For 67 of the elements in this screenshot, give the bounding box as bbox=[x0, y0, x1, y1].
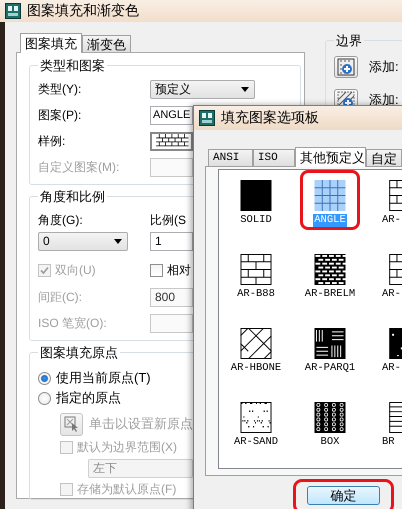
field-label: 类型(Y): bbox=[38, 80, 82, 98]
field-label: 图案(P): bbox=[38, 106, 82, 124]
pattern-swatch bbox=[314, 254, 346, 285]
hatch-plus-icon bbox=[337, 58, 355, 76]
group-title: 角度和比例 bbox=[39, 189, 106, 204]
group-title: 类型和图案 bbox=[39, 58, 106, 73]
pattern-tile[interactable]: AR-HBONE bbox=[226, 318, 286, 378]
sample-swatch[interactable] bbox=[150, 132, 193, 150]
pattern-swatch bbox=[240, 180, 272, 211]
pattern-swatch bbox=[240, 402, 272, 433]
field-label: 角度(G): bbox=[38, 212, 84, 228]
set-origin-button[interactable] bbox=[60, 412, 83, 436]
radio-label: 使用当前原点(T) bbox=[56, 369, 151, 387]
app-icon bbox=[199, 110, 215, 126]
field-label: ISO 笔宽(O): bbox=[38, 314, 108, 332]
pattern-swatch bbox=[314, 328, 346, 359]
checkbox-label: 双向(U) bbox=[55, 262, 96, 278]
button-label: 添加: bbox=[369, 58, 399, 76]
pattern-tile[interactable]: BOX bbox=[300, 392, 360, 452]
button-label: 单击以设置新原点 bbox=[89, 415, 193, 433]
pattern-tile[interactable]: SOLID bbox=[226, 170, 286, 230]
radio-button[interactable] bbox=[38, 372, 51, 384]
tab[interactable]: 自定 bbox=[366, 149, 402, 166]
button-label: 添加: bbox=[369, 90, 399, 108]
pattern-tile[interactable]: AR- bbox=[374, 318, 402, 378]
tab[interactable]: 其他预定义 bbox=[295, 147, 366, 167]
add-button[interactable] bbox=[334, 56, 358, 78]
checkbox-label: 默认为边界范围(X) bbox=[77, 438, 177, 456]
app-icon bbox=[5, 3, 21, 19]
pattern-tile[interactable]: AR-B88 bbox=[226, 244, 286, 304]
custom-pattern-field[interactable] bbox=[150, 158, 193, 176]
checkbox[interactable] bbox=[150, 264, 163, 276]
caret-icon bbox=[241, 86, 249, 92]
scale-field[interactable]: 1 bbox=[150, 232, 193, 250]
pattern-tile[interactable]: AR-PARQ1 bbox=[300, 318, 360, 378]
tab[interactable]: 渐变色 bbox=[82, 35, 131, 52]
pattern-tile[interactable]: AR- bbox=[374, 170, 402, 230]
field-label: 样例: bbox=[38, 132, 66, 150]
pattern-tile[interactable]: AR- bbox=[374, 244, 402, 304]
pattern-swatch bbox=[240, 328, 272, 359]
cursor-icon bbox=[64, 416, 80, 432]
field-label: 比例(S bbox=[150, 212, 186, 228]
tab[interactable]: 图案填充 bbox=[20, 33, 82, 53]
tab[interactable]: ANSI bbox=[208, 149, 253, 166]
angle-dropdown[interactable]: 0 bbox=[38, 232, 128, 250]
tab[interactable]: ISO bbox=[252, 149, 295, 166]
pattern-tile[interactable]: BR bbox=[374, 392, 402, 452]
group-title: 图案填充原点 bbox=[39, 345, 119, 360]
caret-icon bbox=[114, 238, 122, 244]
pattern-field[interactable]: ANGLE bbox=[150, 106, 193, 124]
pen-width-field[interactable] bbox=[150, 314, 193, 332]
checkbox-label: 存储为默认原点(F) bbox=[77, 480, 176, 498]
window-title: 图案填充和渐变色 bbox=[27, 2, 139, 20]
pattern-swatch bbox=[240, 254, 272, 285]
checkbox-label: 相对 bbox=[167, 262, 191, 278]
pattern-swatch bbox=[314, 402, 346, 433]
type-dropdown[interactable]: 预定义 bbox=[150, 80, 255, 98]
radio-button[interactable] bbox=[38, 392, 51, 404]
field-label: 自定义图案(M): bbox=[38, 158, 120, 176]
pattern-tile[interactable]: AR-BRELM bbox=[300, 244, 360, 304]
ok-button[interactable]: 确定 bbox=[307, 486, 380, 505]
window-title: 填充图案选项板 bbox=[221, 109, 319, 127]
field-label: 间距(C): bbox=[38, 288, 83, 306]
pattern-tile[interactable]: AR-SAND bbox=[226, 392, 286, 452]
pattern-swatch bbox=[314, 180, 346, 211]
radio-label: 指定的原点 bbox=[56, 389, 121, 407]
group-title: 边界 bbox=[335, 33, 363, 48]
